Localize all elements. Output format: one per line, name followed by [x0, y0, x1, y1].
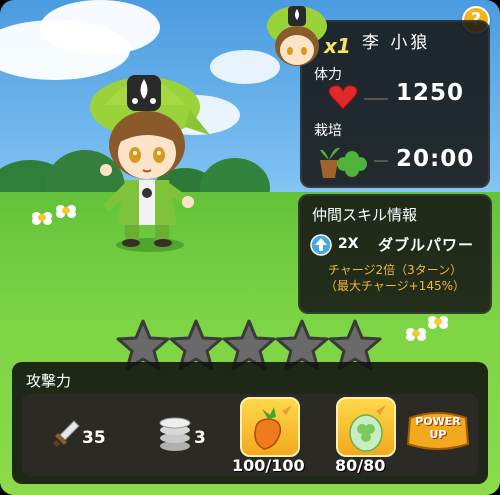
- skill-upgrade-icon: [310, 234, 332, 256]
- grow-timer: 20:00: [396, 146, 475, 172]
- skill-name: ダブルパワー: [378, 236, 475, 254]
- flower-icon: [56, 205, 76, 218]
- coin-count: 3: [194, 428, 206, 448]
- hp-value: 1250: [396, 80, 465, 106]
- clover-egg-icon: [349, 405, 386, 452]
- flower-icon: [428, 316, 448, 329]
- grow-label: 栽培: [314, 123, 342, 139]
- skill-description: チャージ2倍（3ターン） （最大チャージ+145%）: [300, 262, 490, 294]
- hp-label: 体力: [314, 67, 342, 83]
- character-info-panel: x1 李 小狼 体力 1250 栽培 20:00: [267, 6, 490, 188]
- skill-desc-line: （最大チャージ+145%）: [324, 279, 465, 293]
- egg-item-slot[interactable]: [336, 397, 396, 457]
- skill-level: 2X: [338, 236, 359, 252]
- power-up-label: POWER: [415, 415, 461, 428]
- flower-icon: [406, 328, 426, 341]
- game-screen: ? x1 李 小狼 体力 1250 栽培 20:00: [0, 0, 500, 495]
- character-sprite: [90, 75, 210, 252]
- egg-progress: 80/80: [335, 456, 386, 475]
- attack-panel: 攻撃力 35 3 100/100 80/80 POWER UP: [12, 362, 488, 484]
- coin-stack-icon: [159, 417, 191, 451]
- multiplier-label: x1: [324, 34, 351, 58]
- divider: [364, 98, 388, 100]
- flower-icon: [32, 212, 52, 225]
- skill-info-panel: 仲間スキル情報 2X ダブルパワー チャージ2倍（3ターン） （最大チャージ+1…: [298, 194, 492, 314]
- attack-label: 攻撃力: [26, 372, 72, 390]
- sword-icon: [53, 420, 80, 447]
- power-up-button[interactable]: POWER UP: [404, 410, 472, 452]
- carrot-icon: [254, 405, 292, 450]
- divider: [374, 160, 388, 162]
- character-name: 李 小狼: [362, 33, 431, 53]
- carrot-progress: 100/100: [232, 456, 305, 475]
- carrot-item-slot[interactable]: [240, 397, 300, 457]
- skill-desc-line: チャージ2倍（3ターン）: [327, 263, 463, 277]
- heart-icon: [328, 85, 358, 110]
- character-portrait-icon: [267, 6, 327, 66]
- skill-title: 仲間スキル情報: [312, 206, 418, 224]
- sword-count: 35: [82, 428, 106, 448]
- plant-clover-icon: [320, 147, 367, 178]
- attack-slots: 35 3 100/100 80/80 POWER UP: [22, 394, 478, 476]
- cloud: [40, 0, 160, 55]
- power-up-label: UP: [429, 428, 447, 441]
